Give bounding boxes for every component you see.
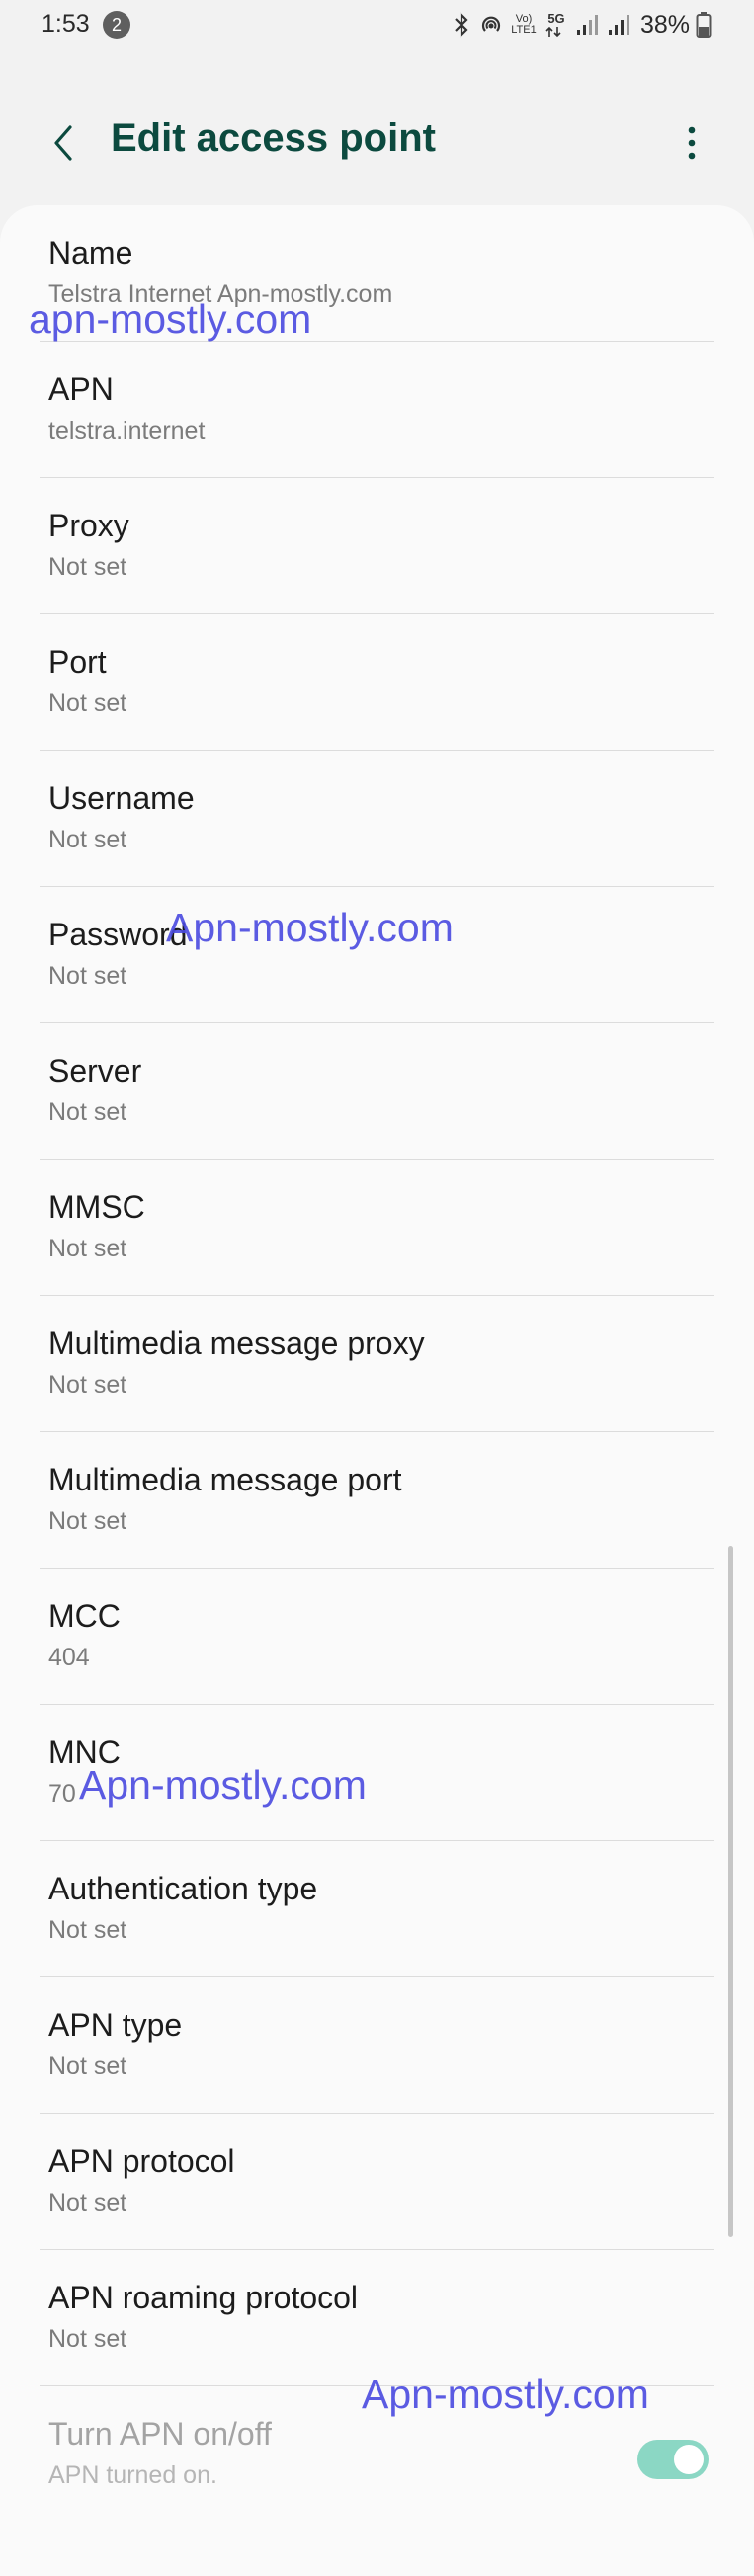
watermark: apn-mostly.com [29,296,312,342]
field-value: Not set [48,826,127,853]
field-value: 70 [48,1780,76,1808]
notification-count-badge: 2 [103,11,130,39]
field-title: APN roaming protocol [48,2280,359,2315]
field-mmsc[interactable]: MMSC Not set [0,1160,754,1296]
field-title: Turn APN on/off [48,2416,272,2452]
field-title: Username [48,780,195,816]
field-title: APN protocol [48,2143,235,2179]
signal-icon-sim1 [577,15,598,35]
more-vert-icon [688,126,696,160]
field-apn-roaming-protocol[interactable]: APN roaming protocol Not set [0,2250,754,2386]
field-apn-protocol[interactable]: APN protocol Not set [0,2114,754,2250]
field-username[interactable]: Username Not set [0,751,754,887]
network-type-label: 5G [547,10,565,26]
field-title: MCC [48,1598,121,1634]
field-value: Not set [48,553,127,581]
watermark: Apn-mostly.com [362,2372,649,2417]
apn-toggle-switch[interactable] [637,2440,709,2479]
signal-icon-sim2 [609,15,629,35]
status-icons: Vo) LTE1 5G 38% [451,10,712,40]
field-value: telstra.internet [48,417,206,444]
more-options-button[interactable] [672,119,712,168]
field-title: MMSC [48,1189,145,1225]
status-bar: 1:53 2 Vo) LTE1 5G 38% [0,0,754,47]
field-title: Server [48,1053,142,1088]
field-title: Port [48,644,107,680]
network-5g-icon: 5G [544,10,569,38]
field-title: Multimedia message proxy [48,1326,425,1361]
app-bar: Edit access point [0,99,754,188]
field-value: Not set [48,962,127,990]
field-value: 404 [48,1644,90,1671]
field-title: APN type [48,2007,183,2043]
data-arrows-icon [545,26,561,37]
toggle-knob [674,2445,704,2474]
field-title: Multimedia message port [48,1462,402,1497]
field-title: APN [48,371,114,407]
battery-icon [696,12,712,38]
chevron-left-icon [54,125,72,161]
bluetooth-icon [455,12,468,38]
watermark: Apn-mostly.com [79,1762,367,1808]
field-proxy[interactable]: Proxy Not set [0,478,754,614]
field-value: Not set [48,1098,127,1126]
field-server[interactable]: Server Not set [0,1023,754,1160]
field-title: Proxy [48,508,129,543]
field-value: Not set [48,2325,127,2353]
volte-icon: Vo) LTE1 [511,13,537,36]
field-mms-proxy[interactable]: Multimedia message proxy Not set [0,1296,754,1432]
field-value: APN turned on. [48,2461,217,2489]
field-apn[interactable]: APN telstra.internet [0,342,754,478]
battery-percent: 38% [640,10,691,39]
page-title: Edit access point [111,117,436,160]
field-value: Not set [48,1916,127,1944]
field-title: Authentication type [48,1871,318,1906]
field-mms-port[interactable]: Multimedia message port Not set [0,1432,754,1569]
watermark: Apn-mostly.com [166,905,454,950]
status-time: 1:53 [42,10,90,38]
field-port[interactable]: Port Not set [0,614,754,751]
settings-card: Name Telstra Internet Apn-mostly.com APN… [0,205,754,2576]
field-value: Not set [48,1235,127,1262]
back-button[interactable] [43,119,83,168]
field-value: Not set [48,1507,127,1535]
field-value: Not set [48,2189,127,2216]
field-value: Not set [48,689,127,717]
hotspot-icon [481,16,501,32]
scrollbar[interactable] [728,1546,733,2237]
field-value: Not set [48,2053,127,2080]
field-value: Not set [48,1371,127,1399]
field-title: Name [48,235,133,271]
field-authentication-type[interactable]: Authentication type Not set [0,1841,754,1977]
field-mcc[interactable]: MCC 404 [0,1569,754,1705]
field-apn-type[interactable]: APN type Not set [0,1977,754,2114]
